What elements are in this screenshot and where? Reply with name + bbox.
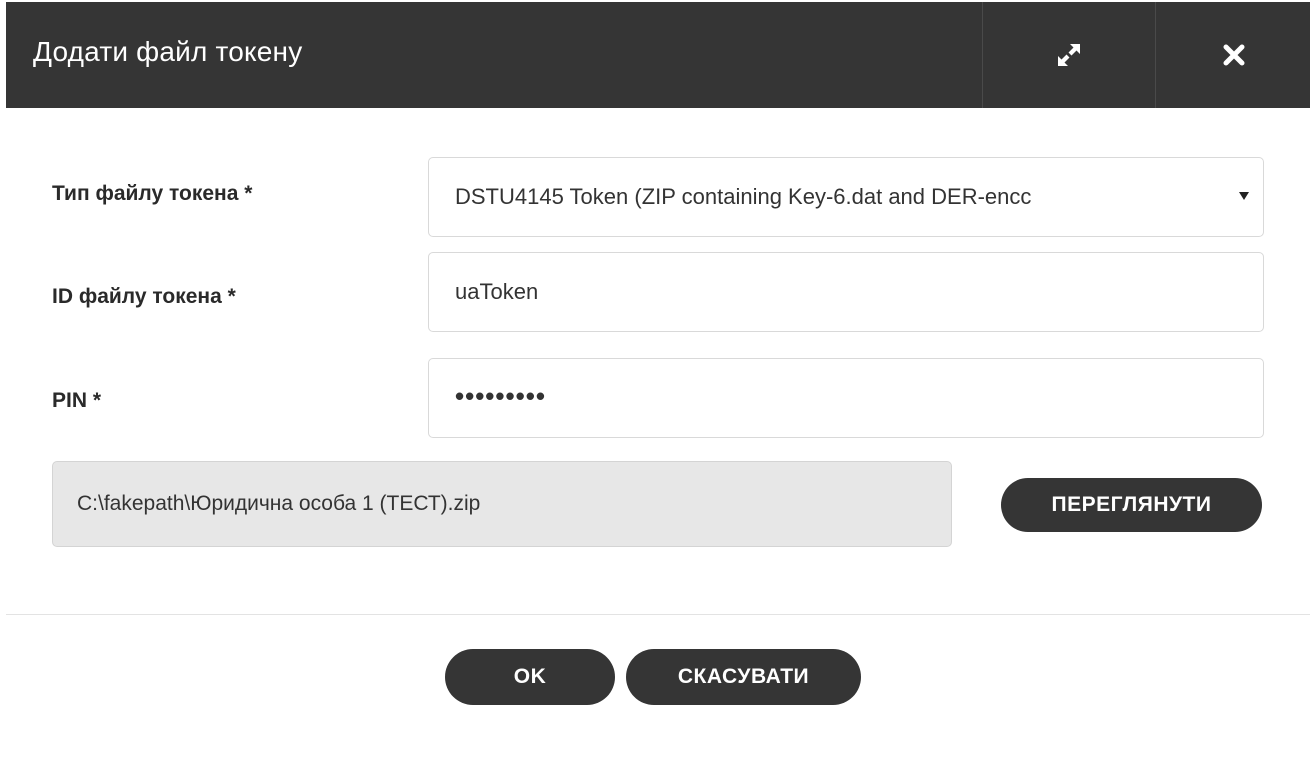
browse-button[interactable]: ПЕРЕГЛЯНУТИ bbox=[1001, 478, 1262, 532]
token-type-selected-value: DSTU4145 Token (ZIP containing Key-6.dat… bbox=[455, 184, 1032, 209]
close-button[interactable] bbox=[1155, 2, 1310, 108]
chevron-down-icon bbox=[1239, 192, 1249, 200]
token-id-value: uaToken bbox=[455, 279, 539, 304]
pin-label: PIN * bbox=[52, 389, 102, 412]
close-icon bbox=[1223, 44, 1245, 66]
ok-button[interactable]: OK bbox=[445, 649, 615, 705]
footer-divider bbox=[6, 614, 1310, 615]
dialog-title: Додати файл токену bbox=[33, 36, 303, 67]
token-type-label: Тип файлу токена * bbox=[52, 182, 253, 205]
token-id-input[interactable]: uaToken bbox=[428, 252, 1264, 332]
file-path-field: C:\fakepath\Юридична особа 1 (ТЕСТ).zip bbox=[52, 461, 952, 547]
dialog-header: Додати файл токену bbox=[6, 2, 1310, 108]
cancel-button[interactable]: СКАСУВАТИ bbox=[626, 649, 861, 705]
token-id-label: ID файлу токена * bbox=[52, 285, 236, 308]
pin-value: ••••••••• bbox=[455, 381, 546, 411]
add-token-file-dialog: Додати файл токену Тип файлу токена * DS… bbox=[0, 0, 1310, 763]
file-path-value: C:\fakepath\Юридична особа 1 (ТЕСТ).zip bbox=[77, 492, 481, 515]
pin-input[interactable]: ••••••••• bbox=[428, 358, 1264, 438]
expand-icon bbox=[1056, 42, 1082, 68]
token-type-select[interactable]: DSTU4145 Token (ZIP containing Key-6.dat… bbox=[428, 157, 1264, 237]
expand-button[interactable] bbox=[982, 2, 1155, 108]
